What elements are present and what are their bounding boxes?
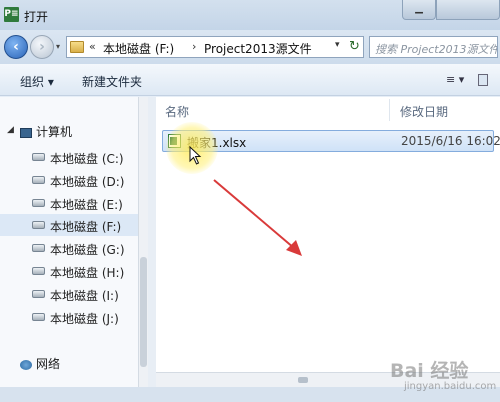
watermark-url: jingyan.baidu.com xyxy=(404,381,497,392)
scrollbar-thumb[interactable] xyxy=(140,257,147,367)
sidebar-item-label: 本地磁盘 (J:) xyxy=(50,312,119,326)
sidebar-item-label: 本地磁盘 (G:) xyxy=(50,243,125,257)
hard-drive-icon xyxy=(32,199,45,207)
watermark-brand: Bai 经验 xyxy=(390,360,469,382)
collapse-icon[interactable]: ◢ xyxy=(7,125,14,135)
command-toolbar: 组织 ▾ 新建文件夹 ≡ ▾ xyxy=(0,64,500,96)
file-modified-date: 2015/6/16 16:02 xyxy=(401,134,500,148)
sidebar-item-drive-e[interactable]: 本地磁盘 (E:) xyxy=(0,192,146,214)
hard-drive-icon xyxy=(32,267,45,275)
breadcrumb-overflow[interactable]: « xyxy=(89,40,96,53)
sidebar-item-label: 网络 xyxy=(36,357,61,371)
annotation-arrow-icon xyxy=(213,179,302,256)
sidebar-item-label: 本地磁盘 (I:) xyxy=(50,289,119,303)
refresh-icon[interactable]: ↻ xyxy=(349,39,360,54)
sidebar-item-drive-d[interactable]: 本地磁盘 (D:) xyxy=(0,169,146,191)
close-button[interactable] xyxy=(436,0,500,20)
title-bar: P≡ 打开 ▁ xyxy=(0,0,500,30)
sidebar-item-label: 本地磁盘 (D:) xyxy=(50,175,125,189)
breadcrumb-drive-f[interactable]: 本地磁盘 (F:) xyxy=(103,40,174,57)
sidebar-item-computer[interactable]: 计算机 xyxy=(20,123,72,140)
address-bar[interactable]: « 本地磁盘 (F:) › Project2013源文件 ▾ ↻ xyxy=(66,36,364,58)
column-divider[interactable] xyxy=(389,99,390,121)
scrollbar-thumb[interactable] xyxy=(298,377,308,383)
hard-drive-icon xyxy=(32,244,45,252)
sidebar-item-label: 本地磁盘 (C:) xyxy=(50,152,124,166)
organize-button[interactable]: 组织 ▾ xyxy=(20,73,54,90)
sidebar-item-drive-j[interactable]: 本地磁盘 (J:) xyxy=(0,306,146,328)
search-input[interactable]: 搜索 Project2013源文件 xyxy=(369,36,498,58)
sidebar-item-label: 本地磁盘 (H:) xyxy=(50,266,125,280)
sidebar-item-label: 本地磁盘 (F:) xyxy=(50,220,122,234)
new-folder-button[interactable]: 新建文件夹 xyxy=(82,73,142,90)
sidebar-item-label: 本地磁盘 (E:) xyxy=(50,198,123,212)
view-options-button[interactable]: ≡ ▾ xyxy=(446,73,464,86)
window-title: 打开 xyxy=(24,10,49,24)
navigation-pane: ◢ 计算机 本地磁盘 (C:) 本地磁盘 (D:) 本地磁盘 (E:) 本地磁盘… xyxy=(0,97,148,387)
sidebar-item-drive-i[interactable]: 本地磁盘 (I:) xyxy=(0,283,146,305)
folder-icon xyxy=(70,41,84,53)
search-placeholder: 搜索 Project2013源文件 xyxy=(375,43,498,56)
hard-drive-icon xyxy=(32,153,45,161)
sidebar-item-drive-h[interactable]: 本地磁盘 (H:) xyxy=(0,260,146,282)
project-app-icon: P≡ xyxy=(4,7,19,22)
pane-splitter[interactable] xyxy=(148,97,156,387)
sidebar-item-label: 计算机 xyxy=(36,125,73,139)
minimize-button[interactable]: ▁ xyxy=(402,0,436,20)
address-dropdown-icon[interactable]: ▾ xyxy=(335,40,340,50)
navigation-bar: ‹ › ▾ « 本地磁盘 (F:) › Project2013源文件 ▾ ↻ 搜… xyxy=(0,30,500,64)
hard-drive-icon xyxy=(32,221,45,229)
back-button[interactable]: ‹ xyxy=(4,35,28,59)
hard-drive-icon xyxy=(32,290,45,298)
network-icon xyxy=(20,359,32,370)
hard-drive-icon xyxy=(32,313,45,321)
breadcrumb-separator[interactable]: › xyxy=(192,40,196,53)
navigation-scrollbar[interactable] xyxy=(138,97,148,387)
sidebar-item-drive-f[interactable]: 本地磁盘 (F:) xyxy=(0,214,146,236)
preview-pane-icon[interactable] xyxy=(478,74,488,86)
column-header-modified[interactable]: 修改日期 xyxy=(400,103,448,120)
sidebar-item-network[interactable]: 网络 xyxy=(20,355,60,372)
breadcrumb-folder[interactable]: Project2013源文件 xyxy=(204,40,312,57)
recent-locations-icon[interactable]: ▾ xyxy=(56,42,60,51)
computer-icon xyxy=(20,127,32,138)
sidebar-item-drive-c[interactable]: 本地磁盘 (C:) xyxy=(0,146,146,168)
hard-drive-icon xyxy=(32,176,45,184)
mouse-pointer-icon xyxy=(189,146,202,165)
forward-button[interactable]: › xyxy=(30,35,54,59)
sidebar-item-drive-g[interactable]: 本地磁盘 (G:) xyxy=(0,237,146,259)
column-header-name[interactable]: 名称 xyxy=(165,103,189,120)
